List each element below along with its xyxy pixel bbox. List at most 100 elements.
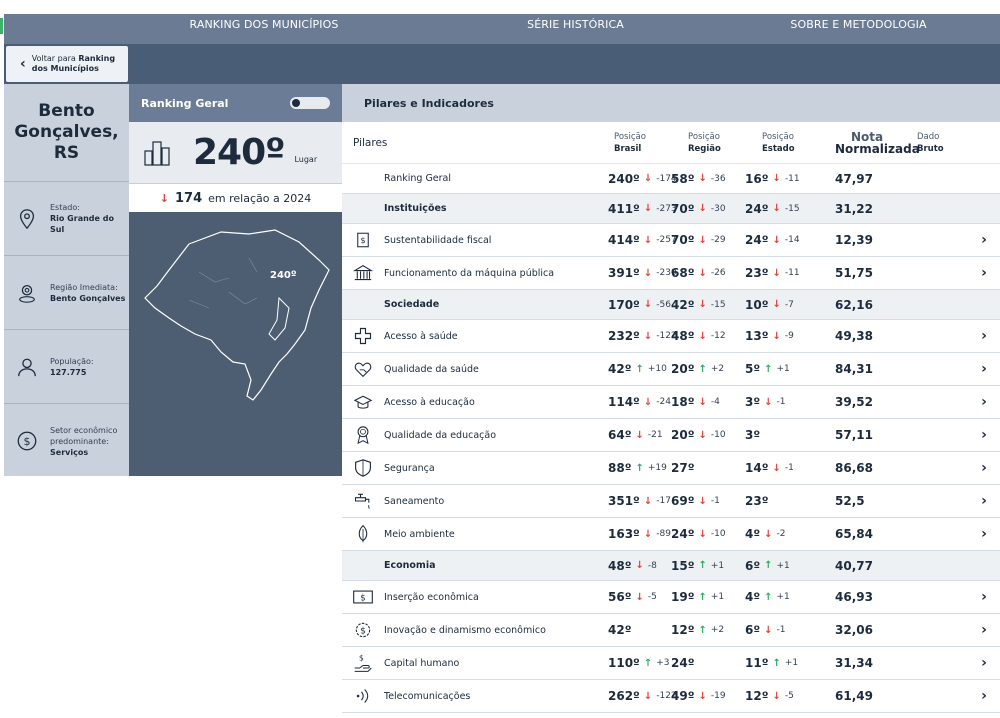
arrow-down-icon: ↓	[698, 690, 707, 702]
chevron-right-icon[interactable]: ›	[969, 589, 999, 605]
pilar-group-row: Sociedade 170º ↓ -56 42º ↓ -15 10º ↓ -7 62,16	[342, 290, 1000, 320]
indicator-row[interactable]: Acesso à educação 114º ↓ -24 18º ↓ -4 3º ↓ -1 39,5…	[342, 386, 1000, 419]
position-value: 411º	[608, 201, 640, 216]
position-value: 20º	[671, 362, 695, 376]
row-label: Inserção econômica	[384, 591, 479, 603]
indicator-row[interactable]: Acesso à saúde 232º ↓ -122 48º ↓ -12 13º ↓ -9 49,3…	[342, 320, 1000, 353]
row-label: Economia	[384, 560, 436, 571]
position-value: 16º	[745, 171, 769, 186]
chevron-right-icon[interactable]: ›	[969, 622, 999, 638]
chevron-right-icon[interactable]: ›	[969, 328, 999, 344]
position-value: 88º	[608, 461, 632, 475]
row-label: Telecomunicações	[384, 690, 471, 702]
chevron-right-icon[interactable]: ›	[969, 394, 999, 410]
position-value: 48º	[608, 558, 632, 573]
posicao-regiao: 20º ↑ +2	[671, 362, 745, 376]
indicator-row[interactable]: Saneamento 351º ↓ -17 69º ↓ -1 23º 52,5 ›	[342, 485, 1000, 518]
posicao-brasil: 163º ↓ -89	[597, 527, 671, 541]
row-label: Instituições	[384, 203, 447, 214]
indicator-row[interactable]: $ Inserção econômica 56º ↓ -5 19º ↑ +1 4º ↑ +1 46,9…	[342, 581, 1000, 614]
position-value: 48º	[671, 329, 695, 343]
position-value: 42º	[671, 297, 695, 312]
state-map[interactable]: 240º	[129, 212, 342, 476]
row-name: Acesso à saúde	[342, 326, 597, 346]
position-value: 110º	[608, 656, 640, 670]
chevron-right-icon[interactable]: ›	[969, 493, 999, 509]
position-value: 114º	[608, 395, 640, 409]
indicator-row[interactable]: $ Sustentabilidade fiscal 414º ↓ -257 70º ↓ -29…	[342, 224, 1000, 257]
chevron-right-icon[interactable]: ›	[969, 655, 999, 671]
position-delta: -10	[710, 430, 726, 440]
arrow-up-icon: ↑	[635, 462, 644, 474]
position-delta: -7	[784, 299, 794, 310]
position-delta: -1	[784, 463, 794, 473]
position-value: 49º	[671, 689, 695, 703]
posicao-brasil: 262º ↓ -122	[597, 689, 677, 703]
indicator-row[interactable]: $ Capital humano 110º ↑ +3 24º 11º ↑ +1 31,34 ›	[342, 647, 1000, 680]
indicator-row[interactable]: Telecomunicações 262º ↓ -122 49º ↓ -19 12º ↓ -5 61…	[342, 680, 1000, 713]
nota-normalizada: 40,77	[835, 558, 873, 573]
row-label: Funcionamento da máquina pública	[384, 267, 555, 279]
row-label: Capital humano	[384, 657, 460, 669]
info-regiao: Região Imediata: Bento Gonçalves	[4, 256, 129, 330]
back-to-ranking-button[interactable]: ‹ Voltar para Ranking dos Municípios	[6, 46, 128, 82]
posicao-brasil: 232º ↓ -122	[597, 329, 677, 343]
chevron-right-icon[interactable]: ›	[969, 361, 999, 377]
position-delta: -15	[710, 299, 726, 310]
tab-ranking-municipios[interactable]: RANKING DOS MUNICÍPIOS	[114, 14, 414, 44]
chevron-right-icon[interactable]: ›	[969, 688, 999, 704]
nota-normalizada: 62,16	[835, 297, 873, 312]
position-delta: -36	[710, 173, 726, 184]
ranking-delta: ↓ 174 em relação a 2024	[129, 184, 342, 212]
position-delta: -1	[710, 496, 720, 506]
chevron-right-icon[interactable]: ›	[969, 265, 999, 281]
posicao-brasil: 391º ↓ -230	[597, 266, 677, 280]
arrow-up-icon: ↑	[698, 624, 707, 636]
chevron-left-icon: ‹	[20, 56, 26, 72]
nota-normalizada: 61,49	[835, 689, 873, 703]
indicator-row[interactable]: Qualidade da educação 64º ↓ -21 20º ↓ -10 3º 57,…	[342, 419, 1000, 452]
chevron-right-icon[interactable]: ›	[969, 460, 999, 476]
position-value: 4º	[745, 590, 761, 604]
position-value: 12º	[671, 623, 695, 637]
posicao-estado: 3º ↓ -1	[745, 395, 827, 409]
position-delta: -15	[784, 203, 800, 214]
position-value: 4º	[745, 527, 761, 541]
arrow-down-icon: ↓	[764, 528, 773, 540]
position-delta: -5	[784, 691, 794, 701]
arrow-down-icon: ↓	[643, 528, 653, 540]
posicao-brasil: 48º ↓ -8	[597, 559, 671, 573]
chevron-right-icon[interactable]: ›	[969, 526, 999, 542]
posicao-regiao: 69º ↓ -1	[671, 494, 745, 508]
col-posicao-estado: Posição Estado	[762, 131, 795, 154]
col-nota-normalizada: Nota Normalizada	[835, 129, 920, 156]
indicator-row[interactable]: Segurança 88º ↑ +19 27º 14º ↓ -1 86,68 ›	[342, 452, 1000, 485]
arrow-up-icon: ↑	[698, 363, 707, 375]
arrow-up-icon: ↑	[764, 591, 773, 603]
ranking-position-box: 240º Lugar	[129, 122, 342, 184]
buildings-icon	[144, 140, 170, 166]
position-value: 5º	[745, 362, 761, 376]
tab-serie-historica[interactable]: SÉRIE HISTÓRICA	[414, 14, 717, 44]
table-body: Ranking Geral 240º ↓ -174 58º ↓ -36 16º ↓ -11 47,9…	[342, 164, 1000, 713]
row-label: Acesso à educação	[384, 396, 475, 408]
arrow-down-icon: ↓	[698, 495, 707, 507]
nota-normalizada: 52,5	[835, 494, 865, 508]
posicao-regiao: 58º ↓ -36	[671, 172, 745, 186]
chevron-right-icon[interactable]: ›	[969, 232, 999, 248]
tab-sobre-metodologia[interactable]: SOBRE E METODOLOGIA	[717, 14, 1000, 44]
col-posicao-brasil: Posição Brasil	[614, 131, 646, 154]
indicator-row[interactable]: Funcionamento da máquina pública 391º ↓ -23…	[342, 257, 1000, 290]
posicao-estado: 14º ↓ -1	[745, 461, 827, 475]
nota-normalizada: 84,31	[835, 362, 873, 376]
indicator-row[interactable]: $ Inovação e dinamismo econômico 42º 12º ↑ +2…	[342, 614, 1000, 647]
position-delta: -19	[710, 691, 726, 701]
row-name: Ranking Geral	[342, 169, 597, 189]
chevron-right-icon[interactable]: ›	[969, 427, 999, 443]
position-value: 232º	[608, 329, 640, 343]
position-value: 23º	[745, 494, 769, 508]
indicator-row[interactable]: Qualidade da saúde 42º ↑ +10 20º ↑ +2 5º ↑ +1 84,3…	[342, 353, 1000, 386]
map-view-toggle[interactable]	[290, 97, 330, 109]
health-cross-icon	[352, 326, 374, 346]
indicator-row[interactable]: Meio ambiente 163º ↓ -89 24º ↓ -10 4º ↓ -2 65,84 ›	[342, 518, 1000, 551]
